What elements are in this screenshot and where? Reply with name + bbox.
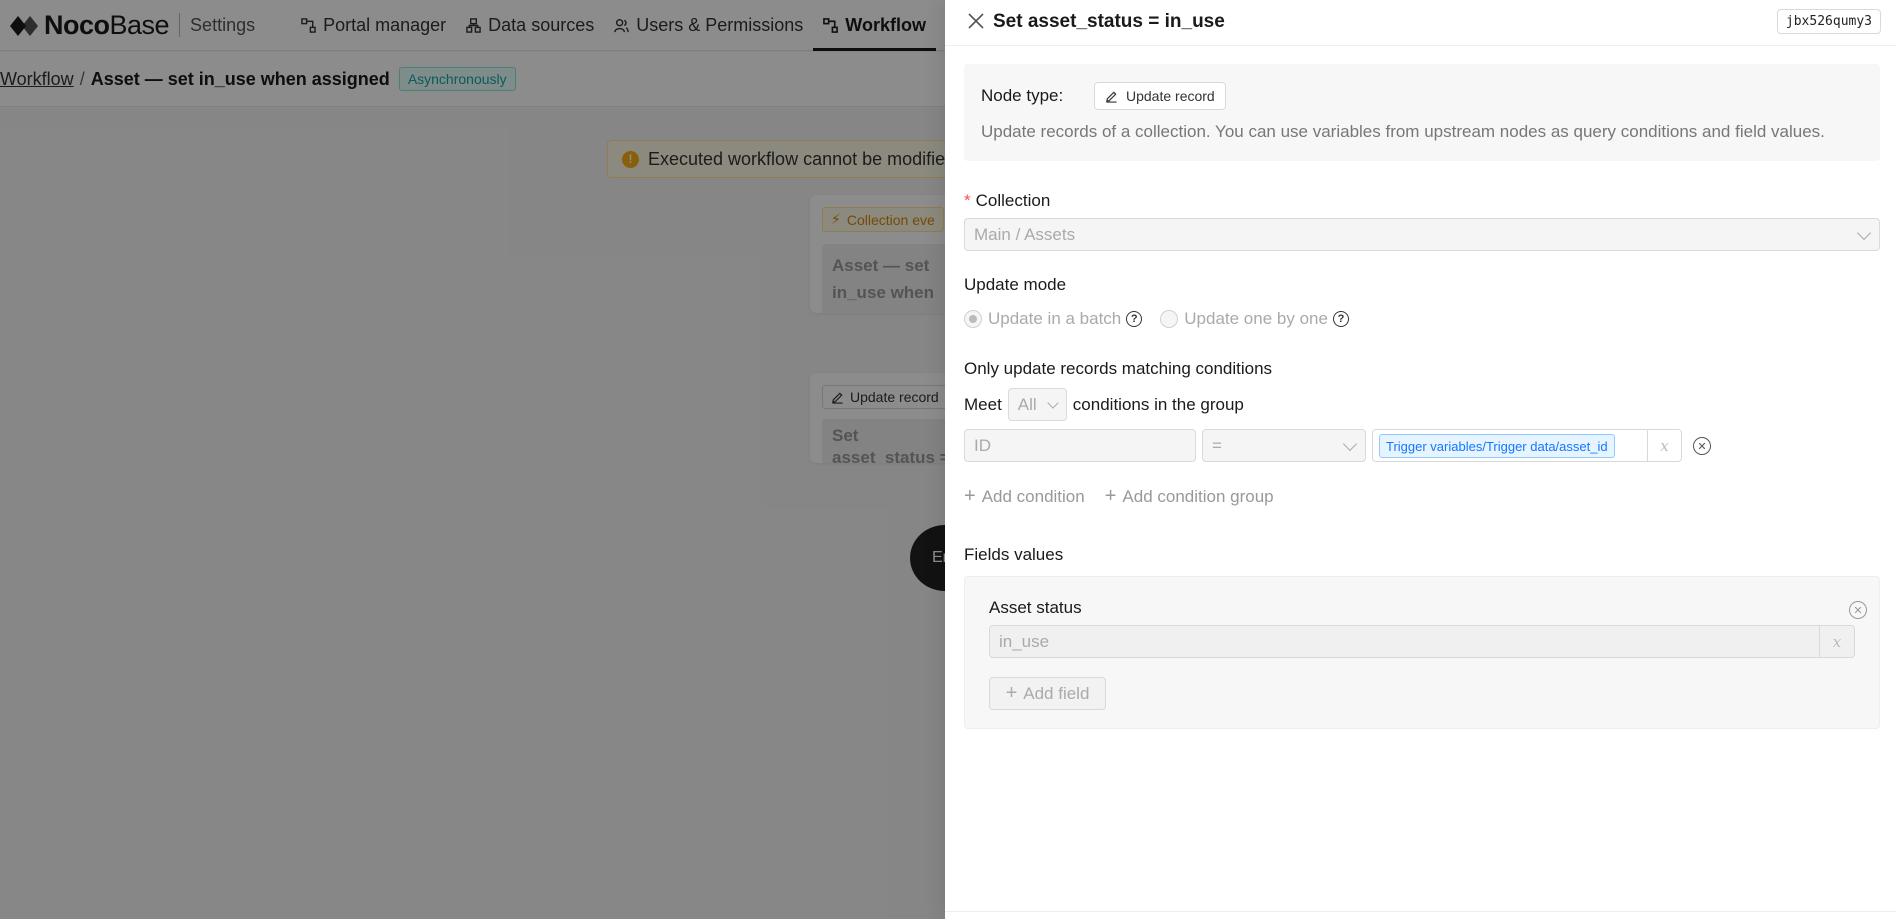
condition-value-input[interactable]: Trigger variables/Trigger data/asset_id … (1372, 429, 1682, 462)
meet-type-value: All (1017, 394, 1037, 414)
plus-icon: + (1005, 682, 1018, 704)
radio-update-batch[interactable] (964, 310, 982, 328)
collection-label: * Collection (964, 191, 1050, 211)
remove-condition-icon[interactable]: ✕ (1693, 437, 1711, 455)
add-condition-group-label: Add condition group (1122, 486, 1274, 506)
meet-conditions-row: Meet All conditions in the group (964, 388, 1244, 421)
plus-icon: + (1104, 485, 1117, 507)
asset-status-label: Asset status (989, 598, 1082, 617)
collection-label-text: Collection (975, 191, 1051, 210)
add-field-button[interactable]: + Add field (989, 677, 1106, 710)
condition-operator-select[interactable]: = (1202, 429, 1366, 462)
chevron-down-icon (1047, 396, 1059, 409)
node-key-badge: jbx526qumy3 (1776, 9, 1881, 34)
node-type-info: Node type: Update record Update records … (964, 64, 1880, 161)
node-type-description: Update records of a collection. You can … (981, 122, 1825, 141)
add-condition-button[interactable]: + Add condition (964, 485, 1085, 508)
collection-value: Main / Assets (974, 224, 1076, 244)
help-icon[interactable]: ? (1126, 311, 1143, 327)
meet-prefix: Meet (964, 394, 1002, 414)
fields-values-panel: Asset status ✕ in_use x + Add field (964, 576, 1880, 729)
add-condition-links: + Add condition + Add condition group (964, 485, 1294, 508)
asset-status-value: in_use (999, 631, 1050, 651)
node-type-tag: Update record (1094, 82, 1226, 110)
meet-type-select[interactable]: All (1007, 388, 1067, 421)
radio-label: Update in a batch (988, 309, 1122, 328)
help-icon[interactable]: ? (1332, 311, 1349, 327)
add-condition-label: Add condition (981, 486, 1085, 506)
chevron-down-icon (1856, 225, 1872, 240)
node-type-label: Node type: (981, 86, 1064, 105)
condition-field-value: ID (974, 435, 991, 455)
update-mode-label: Update mode (964, 275, 1067, 294)
condition-field-select[interactable]: ID (964, 429, 1196, 462)
required-mark: * (964, 191, 971, 210)
variable-picker-button[interactable]: x (1819, 626, 1854, 657)
add-condition-group-button[interactable]: + Add condition group (1105, 485, 1274, 508)
add-field-label: Add field (1023, 683, 1090, 703)
variable-picker-button[interactable]: x (1647, 430, 1681, 461)
fields-values-label: Fields values (964, 545, 1064, 564)
condition-operator-value: = (1212, 435, 1222, 455)
edit-icon (1106, 90, 1117, 103)
remove-field-icon[interactable]: ✕ (1849, 601, 1867, 619)
meet-suffix: conditions in the group (1072, 394, 1244, 414)
node-type-value: Update record (1126, 88, 1215, 104)
update-mode-radio-group: Update in a batch ? Update one by one ? (964, 309, 1349, 329)
conditions-label: Only update records matching conditions (964, 359, 1273, 378)
radio-label: Update one by one (1184, 309, 1328, 328)
variable-tag[interactable]: Trigger variables/Trigger data/asset_id (1379, 434, 1615, 458)
radio-update-one-by-one[interactable] (1160, 310, 1179, 328)
node-config-drawer: Set asset_status = in_use jbx526qumy3 No… (945, 0, 1896, 919)
close-icon[interactable] (966, 11, 986, 31)
plus-icon: + (964, 485, 976, 507)
drawer-footer-divider (945, 911, 1896, 919)
drawer-header: Set asset_status = in_use jbx526qumy3 (945, 0, 1896, 46)
drawer-title[interactable]: Set asset_status = in_use (993, 11, 1225, 33)
asset-status-input[interactable]: in_use x (989, 625, 1855, 658)
collection-select[interactable]: Main / Assets (964, 218, 1880, 251)
chevron-down-icon (1342, 436, 1358, 451)
